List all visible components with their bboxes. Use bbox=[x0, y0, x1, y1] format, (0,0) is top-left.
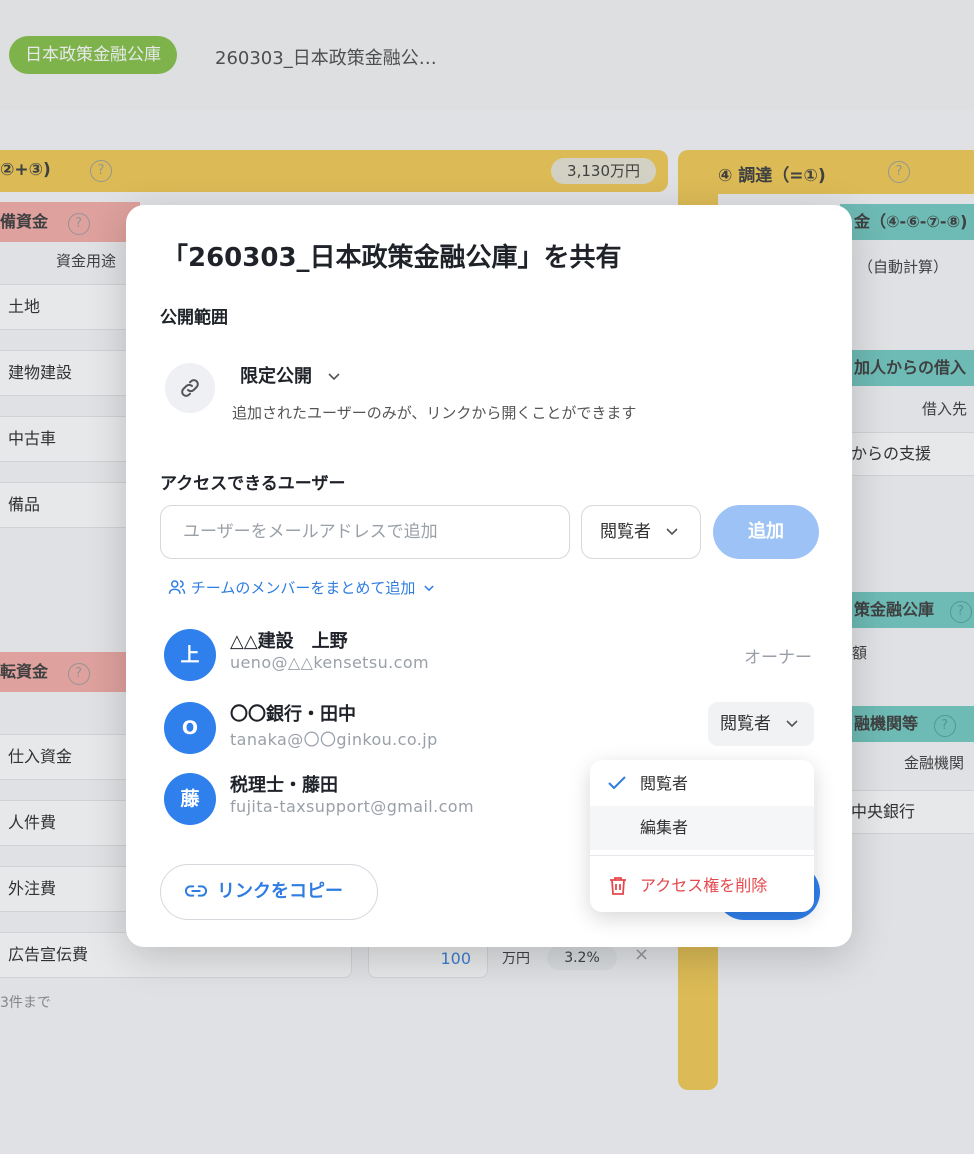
user-email: fujita-taxsupport@gmail.com bbox=[230, 797, 474, 816]
remove-access-option[interactable]: アクセス権を削除 bbox=[590, 864, 814, 908]
chevron-down-icon bbox=[424, 585, 434, 592]
copy-link-button[interactable]: リンクをコピー bbox=[160, 864, 378, 920]
avatar: 藤 bbox=[164, 773, 216, 825]
user-role-value: 閲覧者 bbox=[720, 714, 771, 734]
user-email: ueno@△△kensetsu.com bbox=[230, 653, 429, 672]
user-name: △△建設 上野 bbox=[230, 631, 348, 652]
role-option-editor[interactable]: 編集者 bbox=[590, 806, 814, 850]
trash-icon bbox=[610, 877, 626, 895]
scope-description: 追加されたユーザーのみが、リンクから開くことができます bbox=[232, 404, 637, 422]
link-icon bbox=[165, 363, 215, 413]
user-email: tanaka@〇〇ginkou.co.jp bbox=[230, 730, 438, 749]
role-option-label: 閲覧者 bbox=[640, 774, 689, 793]
copy-link-label: リンクをコピー bbox=[217, 881, 343, 902]
avatar: 上 bbox=[164, 629, 216, 681]
role-dropdown-menu: 閲覧者 編集者 アクセス権を削除 bbox=[590, 760, 814, 912]
user-name: 税理士・藤田 bbox=[230, 775, 338, 796]
users-icon bbox=[168, 580, 186, 594]
role-option-viewer[interactable]: 閲覧者 bbox=[590, 762, 814, 806]
user-row-bank: O 〇〇銀行・田中 tanaka@〇〇ginkou.co.jp 閲覧者 bbox=[164, 702, 814, 754]
user-row-owner: 上 △△建設 上野 ueno@△△kensetsu.com オーナー bbox=[164, 629, 814, 681]
remove-access-label: アクセス権を削除 bbox=[640, 876, 768, 895]
avatar: O bbox=[164, 702, 216, 754]
team-add-label: チームのメンバーをまとめて追加 bbox=[190, 579, 416, 597]
user-role-dropdown[interactable]: 閲覧者 bbox=[708, 702, 814, 746]
add-user-button[interactable]: 追加 bbox=[713, 505, 819, 559]
chevron-down-icon bbox=[328, 373, 340, 381]
team-add-link[interactable]: チームのメンバーをまとめて追加 bbox=[168, 577, 434, 598]
check-icon bbox=[608, 776, 626, 790]
link-icon bbox=[185, 885, 207, 897]
role-select[interactable]: 閲覧者 bbox=[581, 505, 701, 559]
chevron-down-icon bbox=[786, 720, 798, 728]
email-input[interactable]: ユーザーをメールアドレスで追加 bbox=[160, 505, 570, 559]
role-option-label: 編集者 bbox=[640, 818, 689, 837]
menu-divider bbox=[590, 855, 814, 856]
access-section-label: アクセスできるユーザー bbox=[160, 474, 346, 494]
scope-value: 限定公開 bbox=[240, 366, 312, 387]
dialog-title: 「260303_日本政策金融公庫」を共有 bbox=[162, 243, 622, 273]
chevron-down-icon bbox=[666, 528, 678, 536]
user-name: 〇〇銀行・田中 bbox=[230, 704, 356, 725]
role-select-value: 閲覧者 bbox=[600, 522, 651, 542]
scope-section-label: 公開範囲 bbox=[160, 308, 228, 328]
owner-role-label: オーナー bbox=[744, 648, 812, 668]
scope-dropdown[interactable]: 限定公開 bbox=[240, 362, 340, 388]
